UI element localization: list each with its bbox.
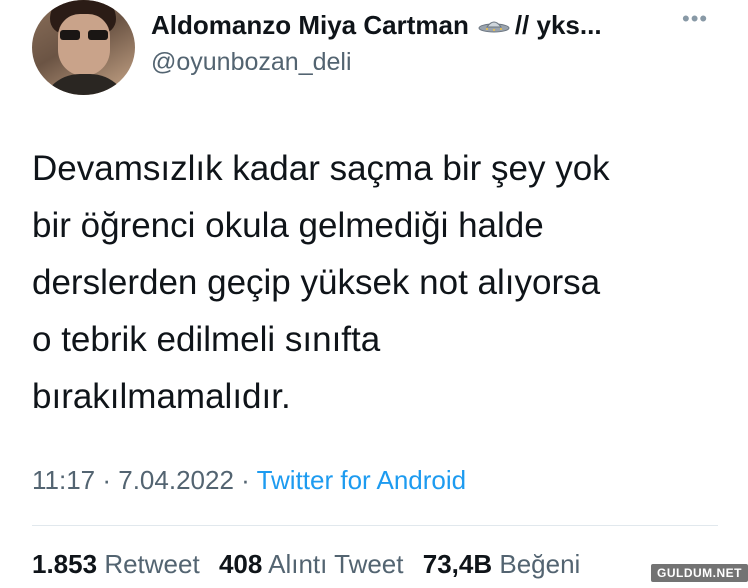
tweet-line: derslerden geçip yüksek not alıyorsa [32,263,601,302]
likes-stat[interactable]: 73,4B Beğeni [423,549,581,579]
tweet-line: bir öğrenci okula gelmediği halde [32,206,544,245]
quotes-stat[interactable]: 408 Alıntı Tweet [219,549,404,579]
author-name-row[interactable]: Aldomanzo Miya Cartman // yks... [151,10,602,41]
retweets-label: Retweet [104,549,200,579]
display-name-suffix: // yks... [514,10,602,40]
display-name[interactable]: Aldomanzo Miya Cartman [151,10,469,41]
avatar[interactable] [32,0,135,95]
avatar-sunglasses [60,30,108,40]
more-horizontal-icon[interactable]: ••• [682,8,708,30]
tweet-text: Devamsızlık kadar saçma bir şey yok bir … [32,140,732,425]
tweet-line: o tebrik edilmeli sınıfta [32,320,381,359]
avatar-face [58,14,110,76]
tweet-date[interactable]: 7.04.2022 [118,465,234,495]
avatar-shirt [40,74,130,95]
quotes-label: Alıntı Tweet [268,549,404,579]
retweets-stat[interactable]: 1.853 Retweet [32,549,200,579]
meta-separator: · [95,465,119,495]
watermark: GULDUM.NET [651,564,748,582]
likes-label: Beğeni [499,549,581,579]
divider [32,525,718,526]
tweet-line: Devamsızlık kadar saçma bir şey yok [32,149,610,188]
tweet-stats: 1.853 Retweet 408 Alıntı Tweet 73,4B Beğ… [32,549,580,580]
retweets-count: 1.853 [32,549,98,579]
meta-separator: · [233,465,257,495]
tweet-line: bırakılmamalıdır. [32,377,291,416]
tweet-time[interactable]: 11:17 [32,465,95,495]
likes-count: 73,4B [422,549,493,579]
tweet-source-link[interactable]: Twitter for Android [257,465,467,495]
ufo-icon [477,17,511,35]
tweet-meta: 11:17 · 7.04.2022 · Twitter for Android [32,465,466,496]
user-handle[interactable]: @oyunbozan_deli [151,48,352,77]
quotes-count: 408 [218,549,263,579]
